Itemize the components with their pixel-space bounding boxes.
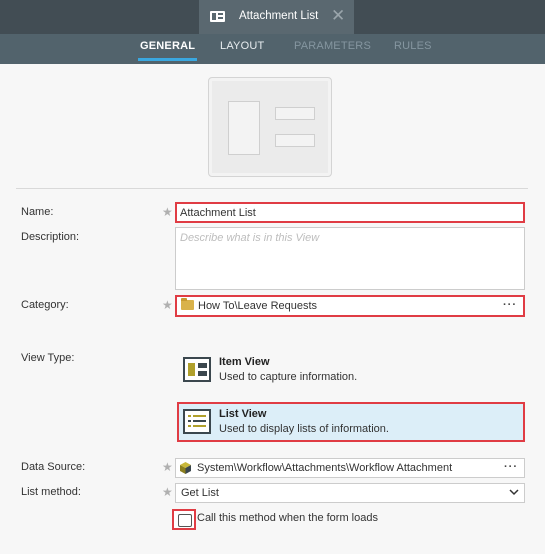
- smartobject-icon: [180, 462, 191, 474]
- section-divider: [16, 188, 528, 189]
- folder-icon: [181, 298, 194, 310]
- name-required-icon: ★: [162, 205, 173, 219]
- description-placeholder: Describe what is in this View: [180, 232, 320, 244]
- item-view-description: Used to capture information.: [219, 371, 358, 383]
- chevron-down-icon: [509, 489, 519, 496]
- description-textarea[interactable]: Describe what is in this View: [175, 227, 525, 290]
- category-value: How To\Leave Requests: [198, 300, 318, 312]
- data-source-browse-button[interactable]: ···: [504, 459, 518, 476]
- description-label: Description:: [21, 231, 80, 243]
- tab-title: Attachment List: [239, 10, 319, 22]
- list-method-value: Get List: [181, 487, 219, 499]
- tab-general[interactable]: GENERAL: [137, 40, 198, 61]
- tab-layout[interactable]: LAYOUT: [220, 40, 264, 52]
- item-view-title: Item View: [219, 356, 270, 368]
- list-method-required-icon: ★: [162, 485, 173, 499]
- data-source-picker[interactable]: System\Workflow\Attachments\Workflow Att…: [175, 458, 525, 478]
- data-source-value: System\Workflow\Attachments\Workflow Att…: [197, 462, 453, 474]
- call-on-load-checkbox[interactable]: [172, 509, 196, 530]
- item-view-option[interactable]: Item View Used to capture information.: [177, 350, 525, 390]
- list-method-select[interactable]: Get List: [175, 483, 525, 503]
- list-view-description: Used to display lists of information.: [219, 423, 389, 435]
- tab-rules: RULES: [394, 40, 432, 52]
- name-input[interactable]: Attachment List: [175, 202, 525, 223]
- view-type-label: View Type:: [21, 352, 75, 364]
- category-picker[interactable]: How To\Leave Requests ···: [175, 295, 525, 317]
- category-required-icon: ★: [162, 298, 173, 312]
- list-view-title: List View: [219, 408, 267, 420]
- item-view-icon: [183, 357, 211, 382]
- data-source-required-icon: ★: [162, 460, 173, 474]
- category-browse-button[interactable]: ···: [503, 297, 517, 314]
- view-icon: [210, 11, 225, 22]
- list-view-icon: [183, 409, 211, 434]
- view-preview: [208, 77, 332, 177]
- data-source-label: Data Source:: [21, 461, 86, 473]
- document-tab-bar: Attachment List ✕: [0, 0, 545, 34]
- tab-parameters: PARAMETERS: [294, 40, 371, 52]
- close-icon[interactable]: ✕: [331, 6, 345, 26]
- category-label: Category:: [21, 299, 69, 311]
- settings-tabs: GENERAL LAYOUT PARAMETERS RULES: [0, 34, 545, 64]
- list-view-option[interactable]: List View Used to display lists of infor…: [177, 402, 525, 442]
- name-value: Attachment List: [180, 207, 256, 219]
- view-tab[interactable]: Attachment List ✕: [199, 0, 354, 34]
- name-label: Name:: [21, 206, 54, 218]
- list-method-label: List method:: [21, 486, 81, 498]
- call-on-load-label[interactable]: Call this method when the form loads: [197, 512, 378, 524]
